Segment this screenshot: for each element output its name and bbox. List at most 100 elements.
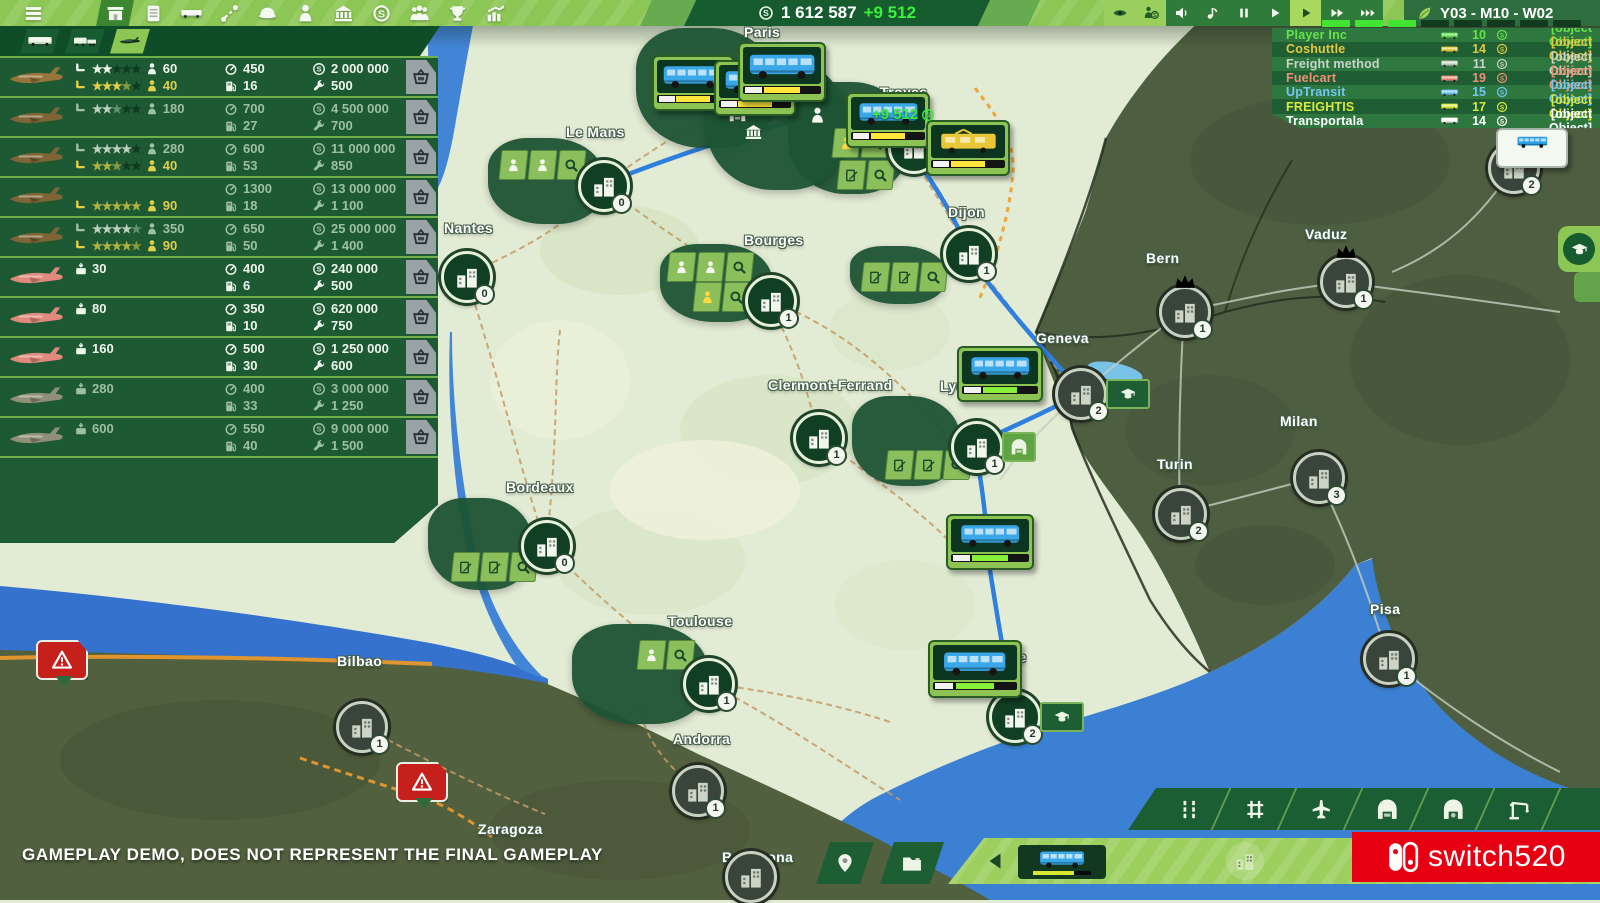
staff-icon[interactable] [286, 0, 324, 26]
aircraft-row[interactable]: 80 350 10 [0, 298, 438, 336]
traffic-warning-marker[interactable] [396, 762, 448, 802]
vehicle-card[interactable] [926, 120, 1010, 176]
buy-button[interactable] [406, 180, 436, 214]
map-chip[interactable] [913, 450, 943, 480]
city-marker[interactable]: 1 [793, 412, 845, 464]
tab-plane[interactable] [110, 29, 150, 54]
sound-toggle[interactable] [1166, 0, 1197, 26]
university-tag[interactable] [1106, 379, 1150, 409]
map-chip[interactable] [742, 120, 764, 142]
map-chip[interactable] [865, 160, 895, 190]
city-marker[interactable] [725, 851, 777, 903]
driver-cap-icon[interactable] [248, 0, 286, 26]
vehicle-card[interactable] [946, 514, 1034, 570]
play-button[interactable] [1259, 0, 1290, 26]
vehicles-icon[interactable] [172, 0, 210, 26]
previous-arrow-icon[interactable] [984, 850, 1006, 872]
map-chip[interactable] [806, 104, 828, 126]
city-marker[interactable]: 1 [336, 701, 388, 753]
map-chip[interactable] [666, 252, 696, 282]
map-chip[interactable] [479, 552, 509, 582]
aircraft-row[interactable]: ★★★★★ 180 [0, 98, 438, 136]
map-action-chips[interactable] [742, 120, 764, 142]
buy-button[interactable] [406, 420, 436, 454]
music-toggle[interactable] [1197, 0, 1228, 26]
vehicle-card[interactable] [738, 42, 826, 102]
map-action-chips[interactable] [806, 104, 828, 126]
aircraft-row[interactable]: ★★★★★ 60 ★★★★★ 40 [0, 58, 438, 96]
map-action-chips[interactable] [638, 640, 694, 670]
map-chip[interactable] [450, 552, 480, 582]
buy-button[interactable] [406, 100, 436, 134]
pause-button[interactable] [1228, 0, 1259, 26]
vehicle-card[interactable] [1496, 128, 1568, 168]
city-marker[interactable]: 1 [943, 228, 995, 280]
vehicle-card[interactable] [957, 346, 1043, 402]
city-marker[interactable]: 3 [1293, 452, 1345, 504]
city-marker[interactable]: 2 [989, 691, 1041, 743]
map-chip[interactable] [836, 160, 866, 190]
map-chip[interactable] [692, 282, 722, 312]
city-marker[interactable]: 0 [441, 251, 493, 303]
map-action-chips[interactable] [694, 282, 750, 312]
city-marker[interactable]: 2 [1155, 488, 1207, 540]
city-marker[interactable]: 1 [1320, 256, 1372, 308]
buy-button[interactable] [406, 140, 436, 174]
buy-button[interactable] [406, 380, 436, 414]
map-chip[interactable] [884, 450, 914, 480]
city-marker[interactable]: 1 [951, 421, 1003, 473]
payroll[interactable] [1135, 0, 1166, 26]
routes-icon[interactable] [210, 0, 248, 26]
buy-button[interactable] [406, 60, 436, 94]
city-marker[interactable]: 1 [1363, 633, 1415, 685]
traffic-warning-marker[interactable] [36, 640, 88, 680]
menu-icon[interactable] [14, 0, 52, 26]
map-action-chips[interactable] [862, 262, 947, 292]
aircraft-row[interactable]: 600 550 40 [0, 418, 438, 456]
vehicle-card[interactable] [928, 640, 1022, 698]
aircraft-row[interactable]: 160 500 30 [0, 338, 438, 376]
selected-vehicle-thumbnail[interactable] [1018, 845, 1106, 879]
aircraft-row[interactable]: ★★★★★ 90 1300 18 13 000 000 1 100 [0, 178, 438, 216]
university-tag[interactable] [1040, 702, 1084, 732]
map-chip[interactable] [918, 262, 948, 292]
buy-button[interactable] [406, 340, 436, 374]
aircraft-row[interactable]: 280 400 33 [0, 378, 438, 416]
city-marker[interactable]: 2 [1055, 368, 1107, 420]
city-marker[interactable]: 0 [578, 160, 630, 212]
map-chip[interactable] [724, 252, 754, 282]
aircraft-row[interactable]: ★★★★★ 350 ★★★★★ 90 [0, 218, 438, 256]
finance-icon[interactable] [362, 0, 400, 26]
city-marker[interactable]: 1 [683, 658, 735, 710]
tab-bus[interactable] [20, 29, 60, 54]
buy-button[interactable] [406, 300, 436, 334]
observe-eye[interactable] [1104, 0, 1135, 26]
map-chip[interactable] [860, 262, 890, 292]
aircraft-row[interactable]: 30 400 6 [0, 258, 438, 296]
city-marker[interactable]: 1 [672, 765, 724, 817]
map-chip[interactable] [498, 150, 528, 180]
competitors-icon[interactable] [400, 0, 438, 26]
aircraft-row[interactable]: ★★★★★ 280 ★★★★★ 40 [0, 138, 438, 176]
tutorial-tab-extension[interactable] [1574, 272, 1600, 302]
map-action-chips[interactable] [668, 252, 753, 282]
buy-button[interactable] [406, 260, 436, 294]
city-marker[interactable]: 1 [745, 275, 797, 327]
city-marker[interactable]: 1 [1159, 286, 1211, 338]
statistics-icon[interactable] [476, 0, 514, 26]
tab-train[interactable] [65, 29, 105, 54]
company-icon[interactable] [96, 0, 134, 26]
tutorial-tab[interactable] [1558, 226, 1600, 272]
leaderboard-row[interactable]: Transportala 14 [object Object] [1272, 114, 1600, 128]
depot-tag[interactable] [1002, 432, 1036, 462]
map-action-chips[interactable] [838, 160, 894, 190]
contracts-icon[interactable] [134, 0, 172, 26]
map-chip[interactable] [889, 262, 919, 292]
map-action-chips[interactable] [500, 150, 585, 180]
bank-icon[interactable] [324, 0, 362, 26]
play-normal-active[interactable] [1290, 0, 1321, 26]
map-chip[interactable] [695, 252, 725, 282]
awards-icon[interactable] [438, 0, 476, 26]
buy-button[interactable] [406, 220, 436, 254]
city-marker[interactable]: 0 [521, 520, 573, 572]
